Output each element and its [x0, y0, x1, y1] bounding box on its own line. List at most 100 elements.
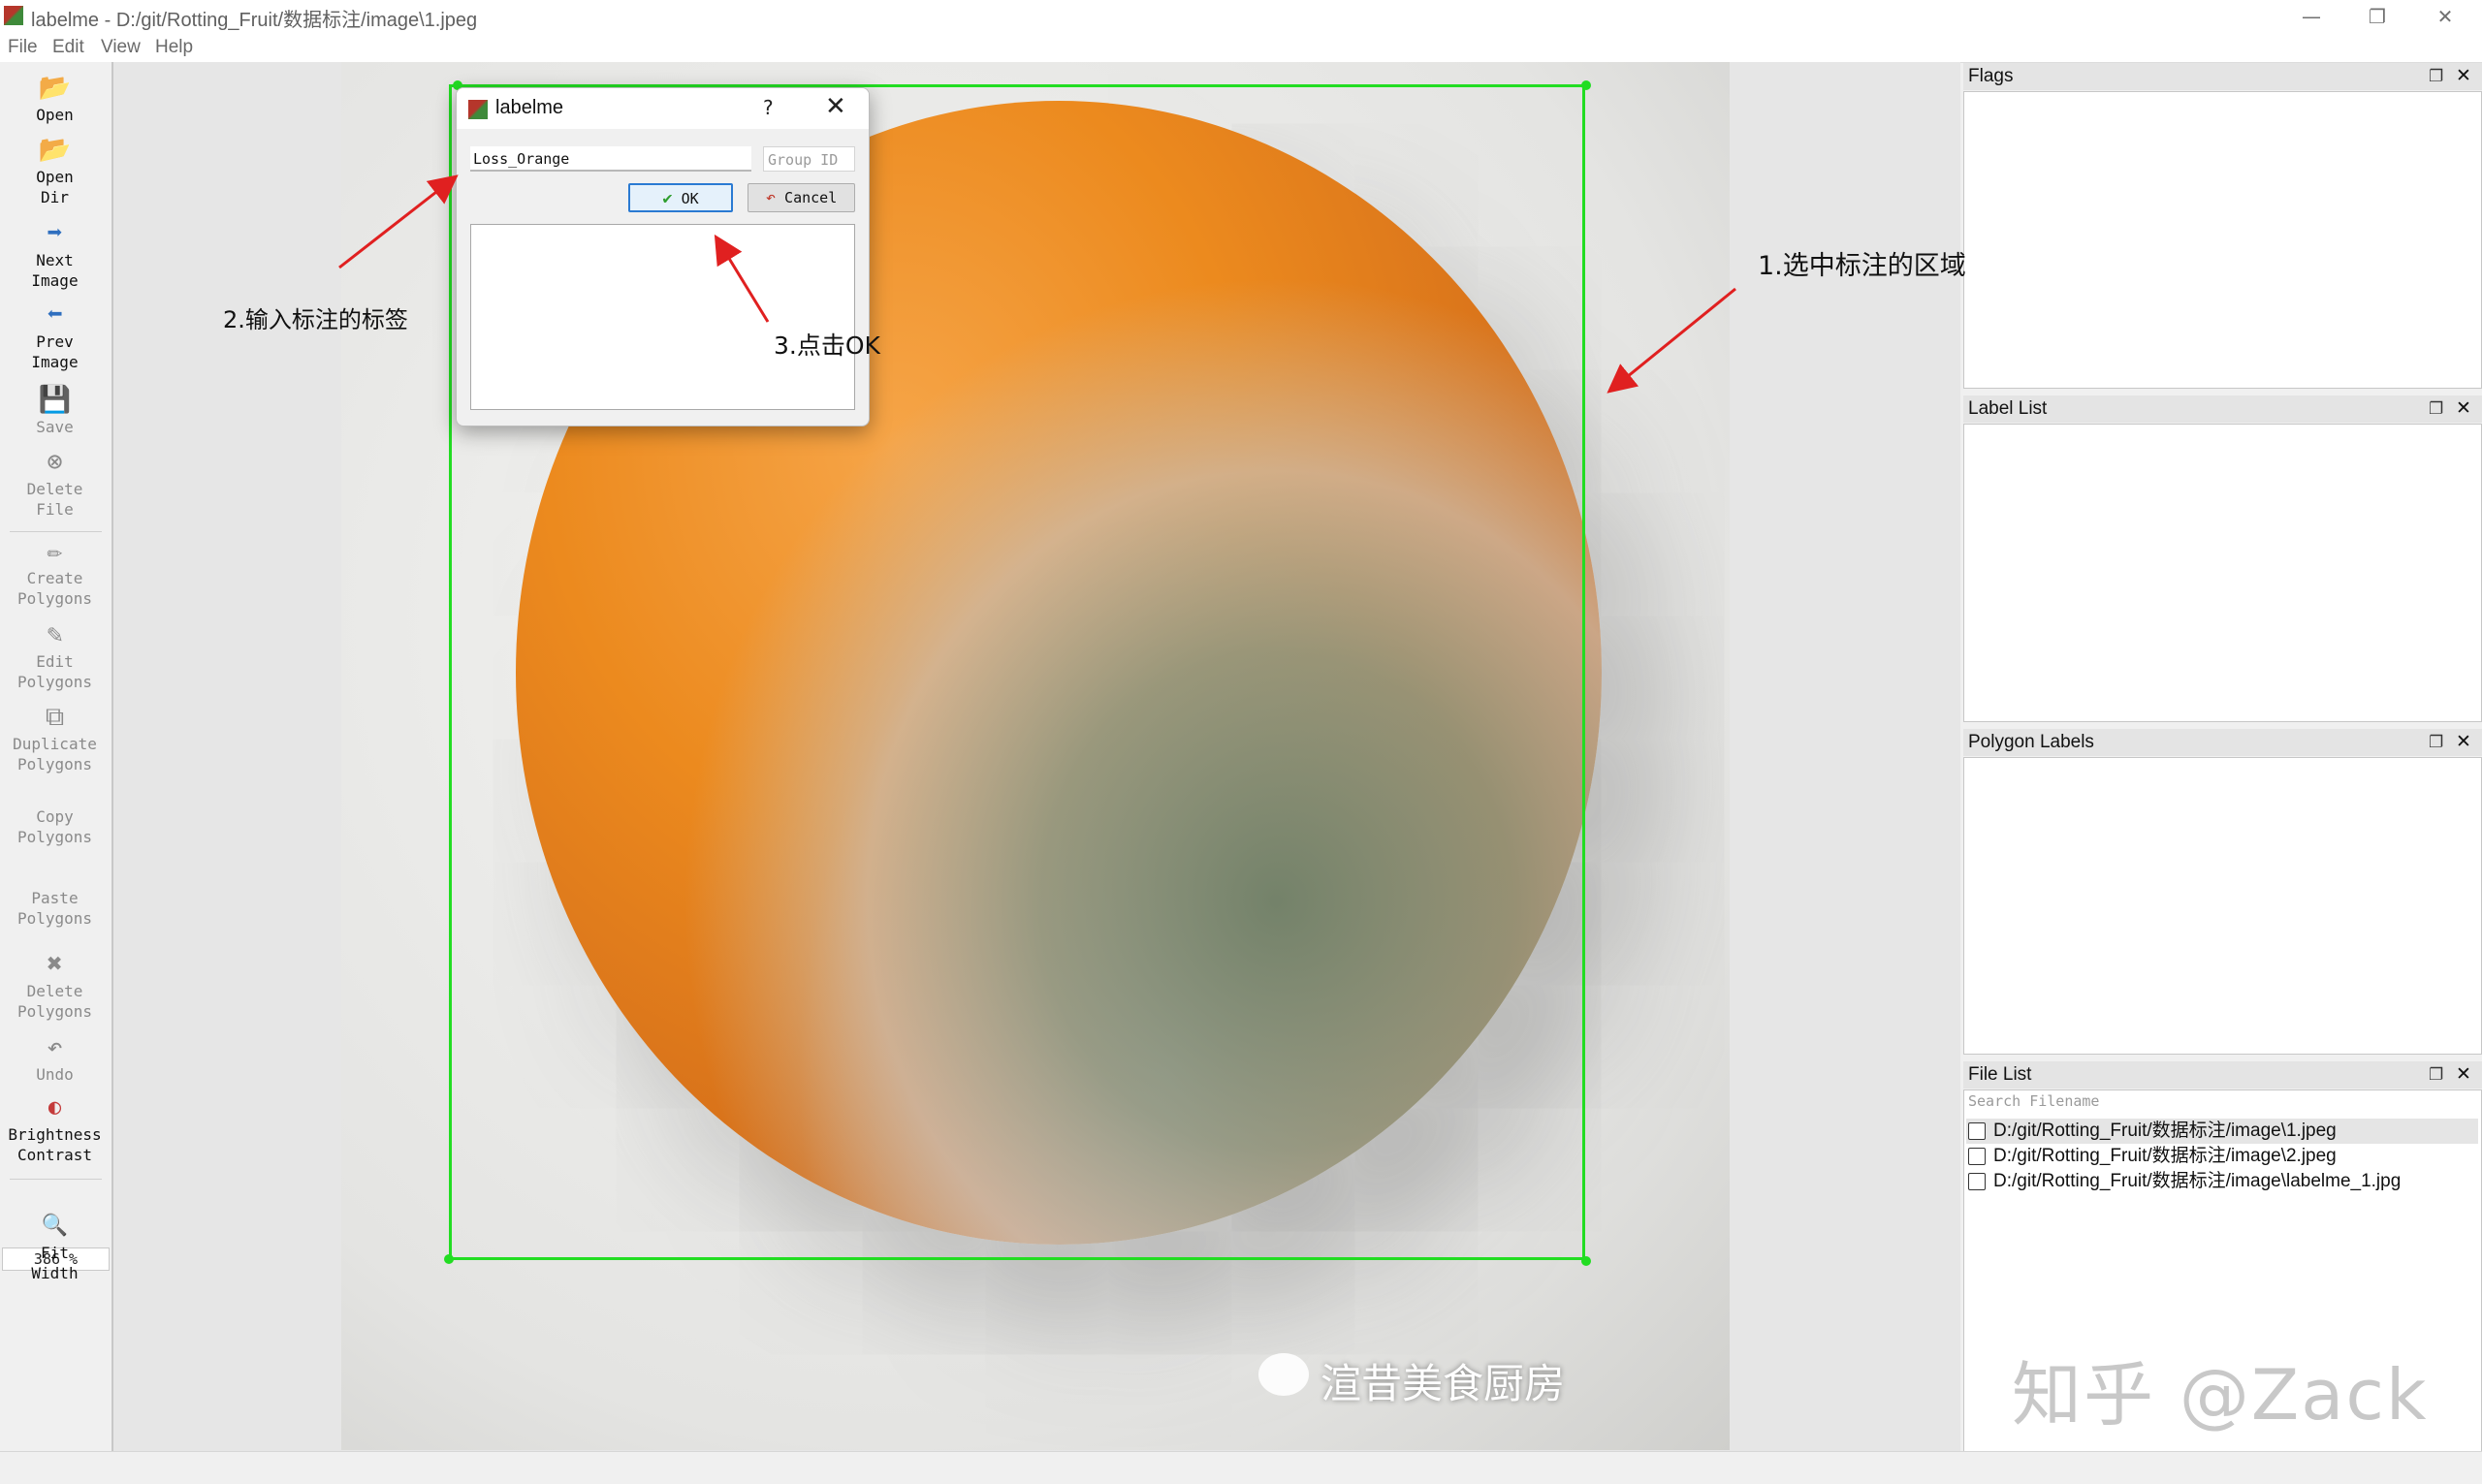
file-list-item[interactable]: D:/git/Rotting_Fruit/数据标注/image\1.jpeg [1966, 1119, 2478, 1144]
rectangle-vertex[interactable] [1581, 80, 1591, 90]
duplicate-icon: ⧉ [45, 702, 65, 732]
next-image-label: Next Image [31, 251, 79, 290]
create-polygons-button[interactable]: ✏ Create Polygons [0, 537, 110, 609]
polygon-labels-dock-title: Polygon Labels [1968, 732, 2094, 752]
undo-label: Undo [36, 1065, 74, 1084]
save-button[interactable]: 💾 Save [0, 386, 110, 437]
polygon-labels-dock-header: Polygon Labels ❐ ✕ [1963, 729, 2482, 756]
undo-icon: ↶ [765, 188, 777, 207]
zhihu-watermark: 知乎 @Zack [2012, 1354, 2429, 1436]
close-dock-icon[interactable]: ✕ [2456, 1061, 2471, 1089]
polygon-labels-panel[interactable] [1963, 757, 2482, 1055]
file-name: D:/git/Rotting_Fruit/数据标注/image\labelme_… [1993, 1171, 2402, 1191]
float-dock-icon[interactable]: ❐ [2429, 63, 2443, 90]
fit-width-button[interactable]: 🔍 Fit Width [0, 1212, 110, 1283]
annotation-step2: 2.输入标注的标签 [223, 306, 408, 333]
file-name: D:/git/Rotting_Fruit/数据标注/image\2.jpeg [1993, 1146, 2337, 1166]
create-polygon-icon: ✏ [47, 536, 63, 566]
cancel-label: Cancel [784, 189, 838, 206]
save-label: Save [36, 418, 74, 436]
create-polygons-label: Create Polygons [16, 569, 93, 608]
prev-image-button[interactable]: ⬅ Prev Image [0, 300, 110, 372]
zoom-fit-icon: 🔍 [41, 1214, 69, 1238]
ok-button[interactable]: ✔ OK [628, 183, 733, 212]
close-window-button[interactable]: ✕ [2414, 0, 2476, 33]
delete-file-button[interactable]: ⊗ Delete File [0, 448, 110, 520]
menu-file[interactable]: File [8, 37, 38, 58]
labelme-app-icon [468, 100, 488, 119]
open-dir-label: Open Dir [36, 168, 74, 206]
image-watermark: 渲昔美食厨房 [1321, 1360, 1566, 1407]
delete-circle-icon: ⊗ [47, 447, 63, 477]
wechat-logo-icon [1258, 1353, 1309, 1396]
edit-icon: ✎ [47, 619, 63, 649]
toolbar-separator [10, 1179, 102, 1180]
label-list-dock-header: Label List ❐ ✕ [1963, 395, 2482, 423]
close-dock-icon[interactable]: ✕ [2456, 63, 2471, 90]
edit-polygons-button[interactable]: ✎ Edit Polygons [0, 620, 110, 692]
window-title: labelme - D:/git/Rotting_Fruit/数据标注/imag… [31, 10, 478, 31]
brightness-contrast-button[interactable]: ◐ Brightness Contrast [0, 1093, 110, 1165]
next-image-button[interactable]: ➡ Next Image [0, 219, 110, 291]
annotation-step1: 1.选中标注的区域 [1758, 251, 1966, 281]
arrow-left-icon: ⬅ [47, 300, 63, 330]
cross-icon: ✖ [47, 949, 63, 979]
open-dir-button[interactable]: 📂 Open Dir [0, 136, 110, 207]
label-list-panel[interactable] [1963, 424, 2482, 722]
delete-polygons-label: Delete Polygons [16, 982, 93, 1021]
help-icon[interactable]: ? [763, 96, 774, 119]
menu-help[interactable]: Help [155, 37, 193, 58]
duplicate-polygons-button[interactable]: ⧉ Duplicate Polygons [0, 703, 110, 774]
float-dock-icon[interactable]: ❐ [2429, 1061, 2443, 1089]
copy-polygons-button[interactable]: Copy Polygons [0, 806, 110, 847]
menu-view[interactable]: View [101, 37, 141, 58]
close-dialog-icon[interactable]: ✕ [825, 92, 846, 121]
label-dialog: labelme ? ✕ Loss_Orange Group ID ✔ OK ↶ … [456, 87, 870, 426]
folder-icon: 📂 [38, 135, 72, 165]
close-dock-icon[interactable]: ✕ [2456, 729, 2471, 756]
file-list-item[interactable]: D:/git/Rotting_Fruit/数据标注/image\2.jpeg [1966, 1144, 2478, 1169]
rectangle-vertex[interactable] [1581, 1256, 1591, 1266]
float-dock-icon[interactable]: ❐ [2429, 395, 2443, 423]
toolbar-separator [10, 531, 102, 532]
open-button[interactable]: 📂 Open [0, 74, 110, 125]
annotation-step3: 3.点击OK [774, 332, 880, 360]
prev-image-label: Prev Image [31, 332, 79, 371]
file-checkbox[interactable] [1968, 1148, 1986, 1165]
label-input[interactable]: Loss_Orange [470, 146, 751, 172]
menu-edit[interactable]: Edit [52, 37, 84, 58]
menu-bar [0, 33, 2482, 63]
undo-icon: ↶ [47, 1032, 63, 1062]
file-checkbox[interactable] [1968, 1173, 1986, 1190]
flags-panel[interactable] [1963, 91, 2482, 389]
dialog-label-list[interactable] [470, 224, 855, 410]
flags-dock-header: Flags ❐ ✕ [1963, 63, 2482, 90]
edit-polygons-label: Edit Polygons [16, 652, 93, 691]
delete-polygons-button[interactable]: ✖ Delete Polygons [0, 950, 110, 1022]
file-name: D:/git/Rotting_Fruit/数据标注/image\1.jpeg [1993, 1121, 2337, 1141]
group-id-input[interactable]: Group ID [763, 146, 855, 172]
rectangle-vertex[interactable] [444, 1254, 454, 1264]
float-dock-icon[interactable]: ❐ [2429, 729, 2443, 756]
tool-bar: 📂 Open 📂 Open Dir ➡ Next Image ⬅ Prev Im… [0, 62, 113, 1451]
floppy-disk-icon: 💾 [38, 385, 72, 415]
ok-label: OK [681, 190, 699, 207]
paste-polygons-button[interactable]: Paste Polygons [0, 888, 110, 929]
restore-button[interactable]: ❐ [2346, 0, 2408, 33]
file-list-dock-title: File List [1968, 1064, 2032, 1085]
dialog-title: labelme [495, 97, 564, 118]
search-filename-input[interactable]: Search Filename [1965, 1089, 2478, 1113]
label-list-dock-title: Label List [1968, 398, 2048, 419]
cancel-button[interactable]: ↶ Cancel [748, 183, 855, 212]
arrow-right-icon: ➡ [47, 218, 63, 248]
paste-polygons-label: Paste Polygons [16, 889, 93, 928]
close-dock-icon[interactable]: ✕ [2456, 395, 2471, 423]
file-checkbox[interactable] [1968, 1122, 1986, 1140]
file-list-dock-header: File List ❐ ✕ [1963, 1061, 2482, 1089]
delete-file-label: Delete File [26, 480, 83, 519]
open-label: Open [36, 106, 74, 124]
file-list-item[interactable]: D:/git/Rotting_Fruit/数据标注/image\labelme_… [1966, 1169, 2478, 1194]
undo-button[interactable]: ↶ Undo [0, 1033, 110, 1085]
minimize-button[interactable]: — [2280, 0, 2342, 33]
fit-width-label: Fit Width [31, 1244, 79, 1282]
